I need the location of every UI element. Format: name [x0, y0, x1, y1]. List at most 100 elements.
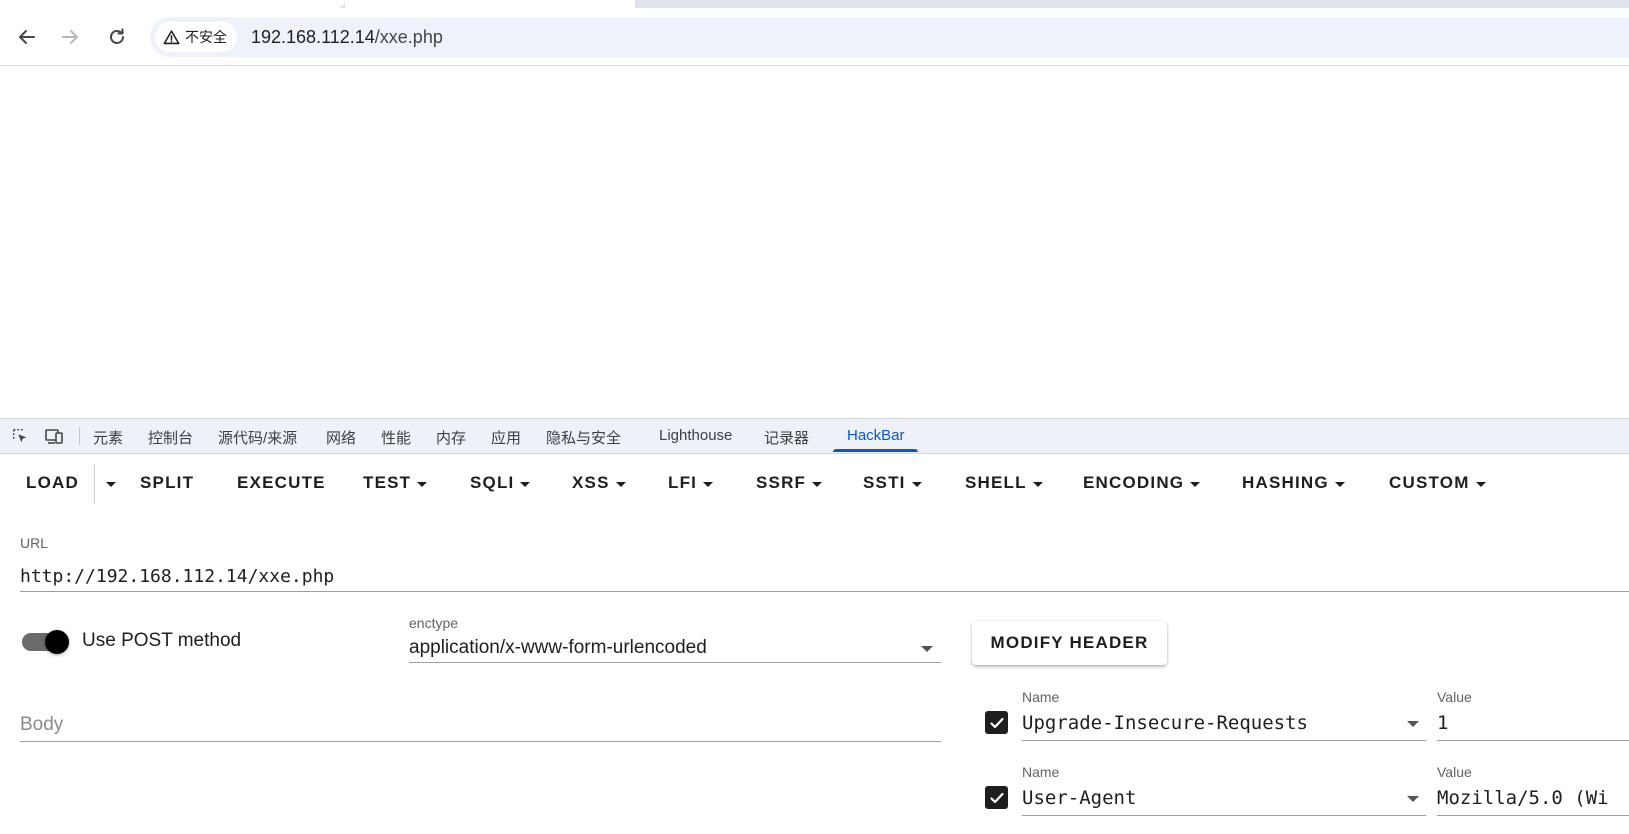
- chevron-down-icon: [417, 481, 428, 487]
- warning-icon: [163, 29, 180, 44]
- security-chip[interactable]: 不安全: [155, 22, 237, 52]
- split-button[interactable]: SPLIT: [140, 462, 194, 504]
- ssrf-menu-button[interactable]: SSRF: [756, 462, 823, 504]
- header-value-text: 1: [1437, 712, 1449, 734]
- chevron-down-icon: [1334, 481, 1345, 487]
- enctype-label: enctype: [409, 615, 459, 631]
- xss-menu-button[interactable]: XSS: [572, 462, 626, 504]
- shell-label: SHELL: [965, 473, 1027, 492]
- tab-sources[interactable]: 源代码/来源: [218, 427, 297, 448]
- enctype-select[interactable]: application/x-www-form-urlencoded: [409, 634, 941, 663]
- tab-lighthouse[interactable]: Lighthouse: [659, 427, 732, 444]
- address-bar[interactable]: 不安全 192.168.112.14/xxe.php: [150, 17, 1629, 57]
- check-icon: [989, 717, 1004, 728]
- sqli-label: SQLI: [470, 473, 515, 492]
- active-tab[interactable]: [0, 0, 345, 8]
- enctype-value: application/x-www-form-urlencoded: [409, 637, 707, 658]
- tab-performance[interactable]: 性能: [381, 427, 411, 448]
- header-value-input[interactable]: 1: [1437, 708, 1629, 741]
- header-name-value: User-Agent: [1022, 787, 1137, 809]
- ssti-menu-button[interactable]: SSTI: [863, 462, 922, 504]
- header-value-text: Mozilla/5.0 (Wi: [1437, 787, 1609, 809]
- chevron-down-icon: [1407, 721, 1419, 727]
- reload-icon: [110, 28, 124, 44]
- chevron-down-icon: [1407, 796, 1419, 802]
- arrow-left-icon: [19, 30, 35, 44]
- header-name-label: Name: [1022, 764, 1060, 780]
- inactive-tab[interactable]: [637, 0, 1629, 8]
- browser-toolbar: 不安全 192.168.112.14/xxe.php: [0, 8, 1629, 66]
- header-name-select[interactable]: Upgrade-Insecure-Requests: [1022, 708, 1426, 741]
- reload-button[interactable]: [102, 22, 132, 52]
- tab-elements[interactable]: 元素: [93, 427, 123, 448]
- split-label: SPLIT: [140, 473, 195, 492]
- devtools-tab-bar: 元素 控制台 源代码/来源 网络 性能 内存 应用 隐私与安全 Lighthou…: [0, 418, 1629, 454]
- toggle-knob: [45, 630, 69, 654]
- header-name-select[interactable]: User-Agent: [1022, 783, 1426, 816]
- header-name-value: Upgrade-Insecure-Requests: [1022, 712, 1308, 734]
- test-label: TEST: [363, 473, 412, 492]
- tab-application[interactable]: 应用: [491, 427, 521, 448]
- body-input[interactable]: [20, 709, 941, 742]
- load-label: LOAD: [26, 473, 79, 492]
- chevron-down-icon: [1190, 481, 1201, 487]
- chevron-down-icon: [911, 481, 922, 487]
- hashing-menu-button[interactable]: HASHING: [1242, 462, 1345, 504]
- modify-header-button[interactable]: MODIFY HEADER: [972, 621, 1167, 665]
- chevron-down-icon: [921, 646, 933, 652]
- ssrf-label: SSRF: [756, 473, 807, 492]
- url-path: /xxe.php: [374, 27, 443, 47]
- ssti-label: SSTI: [863, 473, 906, 492]
- tab-network[interactable]: 网络: [326, 427, 356, 448]
- execute-button[interactable]: EXECUTE: [237, 462, 326, 504]
- inspect-element-icon[interactable]: [9, 425, 31, 447]
- chevron-down-icon: [106, 481, 116, 487]
- header-enabled-checkbox[interactable]: [985, 711, 1008, 734]
- url-label: URL: [20, 535, 49, 551]
- chevron-down-icon: [703, 481, 714, 487]
- sqli-menu-button[interactable]: SQLI: [470, 462, 531, 504]
- chevron-down-icon: [1032, 481, 1043, 487]
- header-name-label: Name: [1022, 689, 1060, 705]
- tab-hackbar[interactable]: HackBar: [847, 427, 905, 444]
- lfi-menu-button[interactable]: LFI: [668, 462, 714, 504]
- hashing-label: HASHING: [1242, 473, 1329, 492]
- test-menu-button[interactable]: TEST: [363, 462, 428, 504]
- post-method-label: Use POST method: [82, 630, 242, 651]
- url-input[interactable]: [20, 561, 1629, 592]
- header-enabled-checkbox[interactable]: [985, 786, 1008, 809]
- tab-console[interactable]: 控制台: [148, 427, 193, 448]
- encoding-label: ENCODING: [1083, 473, 1185, 492]
- chevron-down-icon: [520, 481, 531, 487]
- custom-menu-button[interactable]: CUSTOM: [1389, 462, 1486, 504]
- shell-menu-button[interactable]: SHELL: [965, 462, 1043, 504]
- url-host: 192.168.112.14: [251, 27, 375, 47]
- lfi-label: LFI: [668, 473, 698, 492]
- chevron-down-icon: [1475, 481, 1486, 487]
- header-value-input[interactable]: Mozilla/5.0 (Wi: [1437, 783, 1629, 816]
- post-method-toggle[interactable]: [22, 630, 70, 654]
- header-value-label: Value: [1437, 764, 1472, 780]
- tab-strip: [0, 0, 1629, 8]
- hackbar-menu: LOAD SPLIT EXECUTE TEST SQLI XSS LFI SSR…: [0, 462, 1629, 504]
- load-dropdown-button[interactable]: [100, 462, 116, 504]
- load-button[interactable]: LOAD: [26, 462, 79, 504]
- forward-button[interactable]: [55, 22, 85, 52]
- arrow-right-icon: [62, 30, 78, 44]
- chevron-down-icon: [812, 481, 823, 487]
- check-icon: [989, 792, 1004, 803]
- tab-recorder[interactable]: 记录器: [764, 427, 809, 448]
- chevron-down-icon: [615, 481, 626, 487]
- tab-memory[interactable]: 内存: [436, 427, 466, 448]
- encoding-menu-button[interactable]: ENCODING: [1083, 462, 1201, 504]
- device-toolbar-icon[interactable]: [43, 425, 65, 447]
- header-row: Name Upgrade-Insecure-Requests Value 1: [985, 689, 1629, 759]
- back-button[interactable]: [12, 22, 42, 52]
- active-tab-indicator: [833, 449, 918, 452]
- address-text[interactable]: 192.168.112.14/xxe.php: [251, 27, 443, 48]
- tab-privacy-security[interactable]: 隐私与安全: [546, 427, 621, 448]
- page-viewport: [0, 66, 1629, 418]
- load-divider: [94, 464, 95, 504]
- xss-label: XSS: [572, 473, 610, 492]
- header-value-label: Value: [1437, 689, 1472, 705]
